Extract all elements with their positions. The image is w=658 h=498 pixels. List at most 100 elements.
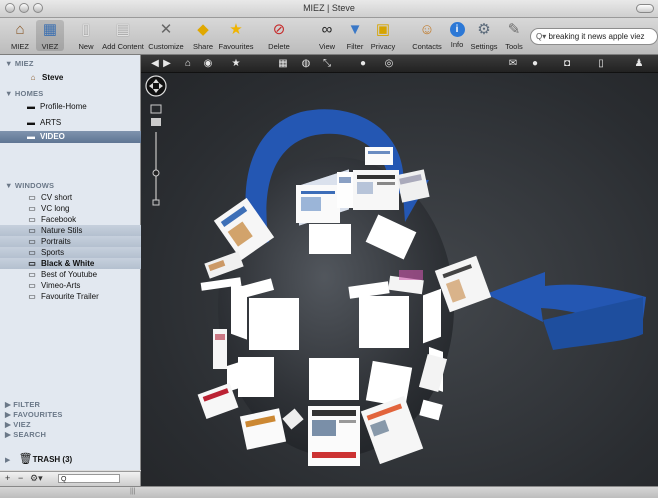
- globe-icon[interactable]: ◍: [298, 56, 314, 71]
- page-tile[interactable]: [419, 399, 443, 421]
- info-button[interactable]: i Info: [447, 20, 467, 49]
- page-tile[interactable]: [423, 288, 441, 344]
- document-icon: ▭: [28, 259, 36, 268]
- chat-icon[interactable]: ●: [527, 56, 543, 71]
- download-icon[interactable]: ●: [355, 56, 371, 71]
- document-icon: ▭: [28, 270, 36, 279]
- sidebar-section-windows[interactable]: ▼ WINDOWS: [5, 181, 54, 190]
- sidebar-bottom-bar: + − ⚙▾ Q: [0, 471, 141, 486]
- page-tile[interactable]: [239, 408, 287, 450]
- close-window-icon[interactable]: [5, 3, 15, 13]
- tools-button[interactable]: ✎ Tools: [503, 20, 525, 51]
- star-icon[interactable]: ★: [228, 56, 244, 71]
- filter-button[interactable]: ▼ Filter: [344, 20, 366, 51]
- page-tile[interactable]: [238, 357, 274, 397]
- sidebar-filter-field[interactable]: Q: [58, 474, 120, 483]
- zoom-window-icon[interactable]: [33, 3, 43, 13]
- share-button[interactable]: ◆ Share: [191, 20, 215, 51]
- document-icon: ▭: [28, 215, 36, 224]
- viez-3d-viewer[interactable]: ◀ ▶ ⌂ ◉ ★ ▦ ◍ ⤡ ● ◎ ✉ ● ◘ ▯ ♟: [141, 55, 658, 486]
- page-tile[interactable]: [309, 224, 351, 254]
- document-icon: ▭: [28, 248, 36, 257]
- home-icon: ⌂: [30, 73, 36, 82]
- sidebar-section-viez[interactable]: ▶ VIEZ: [5, 420, 31, 429]
- new-button[interactable]: ▯ New: [74, 20, 98, 51]
- page-tile[interactable]: [359, 296, 409, 348]
- document-icon: ▭: [28, 292, 36, 301]
- mail-icon[interactable]: ✉: [505, 56, 521, 71]
- home-icon: ⌂: [15, 21, 25, 38]
- info-icon: i: [449, 22, 465, 37]
- main-toolbar: ⌂ MIEZ ▦ VIEZ ▯ New ▤ Add Content ✕ Cust…: [0, 18, 658, 55]
- page-tile[interactable]: [365, 147, 393, 165]
- binoculars-icon: ∞: [321, 21, 333, 38]
- add-icon[interactable]: +: [5, 473, 10, 483]
- filter-icon: ▼: [347, 21, 363, 38]
- document-icon: ▭: [28, 237, 36, 246]
- user-icon[interactable]: ♟: [631, 56, 647, 71]
- sidebar-section-favourites[interactable]: ▶ FAVOURITES: [5, 410, 63, 419]
- search-icon: Q: [61, 476, 67, 483]
- document-icon: ▭: [28, 226, 36, 235]
- share-sign-icon: ◆: [197, 21, 209, 38]
- sidebar-section-miez[interactable]: ▼ MIEZ: [5, 59, 34, 68]
- star-icon: ★: [229, 21, 243, 38]
- privacy-button[interactable]: ▣ Privacy: [369, 20, 397, 51]
- contacts-icon: ☺: [419, 21, 435, 38]
- contacts-button[interactable]: ☺ Contacts: [410, 20, 444, 51]
- sidebar-section-search[interactable]: ▶ SEARCH: [5, 430, 46, 439]
- search-icon: Q▾: [536, 32, 547, 41]
- toolbar-toggle-icon[interactable]: [636, 4, 654, 13]
- camera-icon[interactable]: ◘: [559, 56, 575, 71]
- page-tile[interactable]: [396, 169, 430, 203]
- expand-icon[interactable]: ⤡: [319, 56, 335, 71]
- window-titlebar: MIEZ | Steve: [0, 0, 658, 18]
- view-button[interactable]: ∞ View: [316, 20, 338, 51]
- customize-button[interactable]: ✕ Customize: [147, 20, 185, 51]
- document-icon: ▭: [28, 204, 36, 213]
- viez-button[interactable]: ▦ VIEZ: [36, 20, 64, 51]
- miez-button[interactable]: ⌂ MIEZ: [6, 20, 34, 51]
- grid-icon[interactable]: ▦: [275, 56, 291, 71]
- viez-icon: ▦: [42, 21, 58, 38]
- resize-grip-icon[interactable]: |||: [130, 488, 135, 495]
- forward-icon[interactable]: ▶: [159, 56, 175, 71]
- record-icon[interactable]: ◉: [200, 56, 216, 71]
- sidebar-section-homes[interactable]: ▼ HOMES: [5, 89, 43, 98]
- add-content-icon: ▤: [115, 21, 131, 38]
- remove-icon[interactable]: −: [18, 473, 23, 483]
- status-bar: |||: [0, 486, 658, 498]
- tools-cross-icon: ✕: [159, 21, 173, 38]
- search-input[interactable]: Q▾ breaking it news apple viez: [530, 28, 658, 45]
- add-content-button[interactable]: ▤ Add Content: [101, 20, 145, 51]
- action-gear-icon[interactable]: ⚙▾: [30, 473, 43, 484]
- drive-icon: ▬: [27, 132, 35, 141]
- page-tile[interactable]: [231, 281, 247, 340]
- lock-icon: ▣: [375, 21, 391, 38]
- minimize-window-icon[interactable]: [19, 3, 29, 13]
- search-value: breaking it news apple viez: [548, 32, 645, 41]
- settings-button[interactable]: ⚙ Settings: [470, 20, 498, 51]
- 3d-sphere-scene: [197, 109, 646, 466]
- disclosure-triangle-icon: ▶: [5, 457, 11, 464]
- window-title: MIEZ | Steve: [303, 3, 355, 13]
- home-icon[interactable]: ⌂: [180, 56, 196, 71]
- tools-icon: ✎: [507, 21, 521, 38]
- sidebar: ▼ MIEZ ⌂ Steve ▼ HOMES ▬ Profile-Home ▬ ART…: [0, 55, 167, 470]
- viewer-toolbar: ◀ ▶ ⌂ ◉ ★ ▦ ◍ ⤡ ● ◎ ✉ ● ◘ ▯ ♟: [141, 55, 658, 73]
- new-document-icon: ▯: [81, 21, 91, 38]
- page-tile[interactable]: [309, 358, 359, 400]
- page-tile[interactable]: [249, 298, 299, 350]
- compass-icon[interactable]: ◎: [381, 56, 397, 71]
- drive-icon: ▬: [27, 102, 35, 111]
- gear-icon: ⚙: [477, 21, 491, 38]
- delete-icon: ⊘: [272, 21, 286, 38]
- favourites-button[interactable]: ★ Favourites: [218, 20, 254, 51]
- document-icon: ▭: [28, 281, 36, 290]
- document-icon: ▭: [28, 193, 36, 202]
- clipboard-icon[interactable]: ▯: [593, 56, 609, 71]
- sidebar-section-filter[interactable]: ▶ FILTER: [5, 400, 40, 409]
- sidebar-item-trash[interactable]: ▶ 🗑TRASH (3): [0, 452, 145, 466]
- trash-icon: 🗑: [18, 453, 33, 465]
- delete-button[interactable]: ⊘ Delete: [266, 20, 292, 51]
